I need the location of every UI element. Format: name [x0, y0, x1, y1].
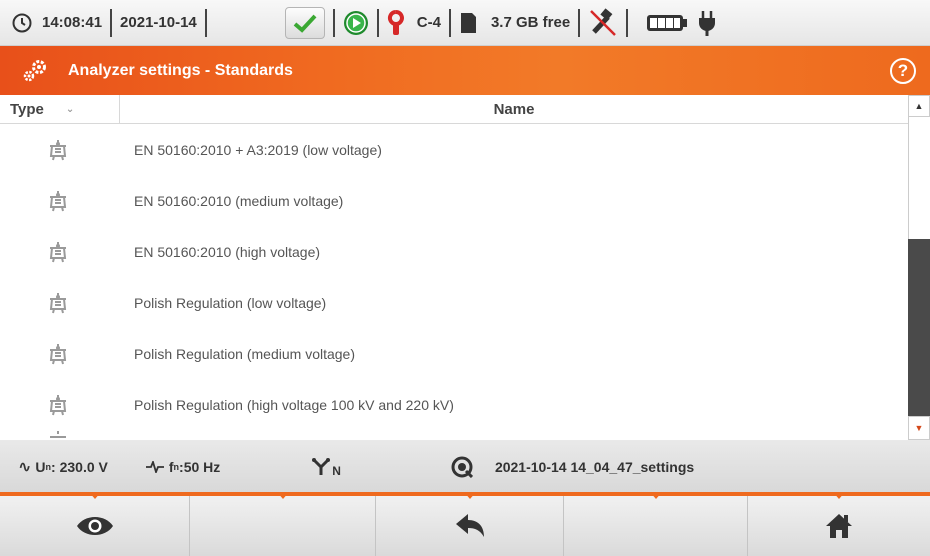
table-header: Type ⌄ Name	[0, 95, 908, 124]
clamp-icon	[387, 9, 404, 35]
standard-icon	[49, 139, 67, 160]
help-label: ?	[897, 61, 909, 80]
standard-icon	[49, 343, 67, 364]
column-header-name[interactable]: Name	[120, 95, 908, 123]
usb-disconnected-icon	[590, 7, 617, 36]
home-button[interactable]	[748, 492, 930, 556]
nominal-voltage-symbol: U	[35, 459, 46, 475]
separator	[448, 8, 451, 37]
button-notch	[833, 492, 845, 499]
column-label-type: Type	[10, 100, 44, 118]
standard-icon	[49, 394, 67, 415]
back-button[interactable]	[376, 492, 564, 556]
storage-free: 3.7 GB free	[490, 14, 571, 31]
help-icon[interactable]: ?	[890, 58, 916, 84]
table-row[interactable]: EN 50160:2010 + A3:2019 (low voltage)	[0, 124, 908, 175]
table-row[interactable]: Polish Regulation (high voltage 100 kV a…	[0, 379, 908, 430]
standards-list[interactable]: EN 50160:2010 + A3:2019 (low voltage) EN…	[0, 124, 908, 440]
back-arrow-icon	[455, 514, 484, 537]
table-row[interactable]: Polish Regulation (low voltage)	[0, 277, 908, 328]
table-row[interactable]: EN 50160:2010 (medium voltage)	[0, 175, 908, 226]
empty-button-2[interactable]	[190, 492, 376, 556]
standard-icon	[49, 190, 67, 211]
power-plug-icon	[699, 10, 716, 36]
home-icon	[826, 514, 852, 538]
standard-icon	[49, 241, 67, 262]
network-type-label: N	[332, 464, 341, 478]
eye-icon	[76, 517, 113, 535]
separator	[110, 8, 113, 37]
battery-icon	[647, 14, 688, 31]
list-scrollbar[interactable]: ▲ ▼	[908, 95, 930, 440]
separator	[204, 8, 207, 37]
chevron-up-icon: ▲	[914, 101, 924, 111]
separator	[332, 8, 335, 37]
status-ok-button[interactable]	[284, 6, 325, 39]
status-date: 2021-10-14	[120, 14, 197, 31]
scroll-up-button[interactable]: ▲	[908, 95, 930, 117]
view-button[interactable]	[0, 492, 190, 556]
info-bar: ∿ Un: 230.0 V f n:50 Hz N 2021-10-14 14_0…	[0, 440, 930, 494]
button-notch	[649, 492, 662, 499]
separator	[376, 8, 379, 37]
sine-wave-icon: ∿	[18, 459, 32, 476]
settings-gears-icon	[23, 59, 46, 81]
button-notch	[463, 492, 476, 499]
table-row[interactable]: Polish Regulation (medium voltage)	[0, 328, 908, 379]
row-name: EN 50160:2010 (high voltage)	[134, 243, 321, 260]
chevron-down-icon: ⌄	[65, 103, 75, 115]
title-bar: Analyzer settings - Standards ?	[0, 46, 930, 95]
row-name: EN 50160:2010 (medium voltage)	[134, 192, 344, 209]
settings-file-icon	[451, 456, 473, 478]
recording-play-icon[interactable]	[343, 10, 369, 36]
status-time: 14:08:41	[42, 14, 103, 31]
table-row-partial[interactable]	[0, 430, 908, 440]
button-notch	[276, 492, 289, 499]
column-header-type[interactable]: Type ⌄	[0, 95, 120, 123]
nominal-voltage-value: : 230.0 V	[51, 459, 108, 475]
clock-icon	[12, 13, 32, 32]
bottom-toolbar	[0, 492, 930, 556]
scroll-down-button[interactable]: ▼	[908, 416, 930, 440]
row-name: Polish Regulation (high voltage 100 kV a…	[134, 396, 454, 413]
empty-button-4[interactable]	[564, 492, 748, 556]
row-name: Polish Regulation (low voltage)	[134, 294, 327, 311]
standard-icon	[49, 292, 67, 313]
checkmark-icon	[293, 14, 317, 33]
nominal-frequency-value: :50 Hz	[179, 459, 221, 475]
clamp-label: C-4	[416, 14, 441, 31]
frequency-wave-icon	[145, 461, 164, 473]
row-name: Polish Regulation (medium voltage)	[134, 345, 355, 362]
settings-file-name: 2021-10-14 14_04_47_settings	[494, 459, 695, 475]
row-name: EN 50160:2010 + A3:2019 (low voltage)	[134, 141, 382, 158]
column-label-name: Name	[493, 100, 535, 118]
sd-card-icon	[460, 12, 476, 33]
chevron-down-icon: ▼	[914, 423, 924, 433]
separator	[626, 8, 629, 37]
scrollbar-thumb[interactable]	[908, 117, 930, 239]
status-bar: 14:08:41 2021-10-14 C-4 3.7 GB free	[0, 0, 930, 46]
page-title: Analyzer settings - Standards	[68, 61, 293, 79]
standard-icon	[50, 431, 66, 438]
table-row[interactable]: EN 50160:2010 (high voltage)	[0, 226, 908, 277]
separator	[578, 8, 581, 37]
button-notch	[88, 492, 101, 499]
